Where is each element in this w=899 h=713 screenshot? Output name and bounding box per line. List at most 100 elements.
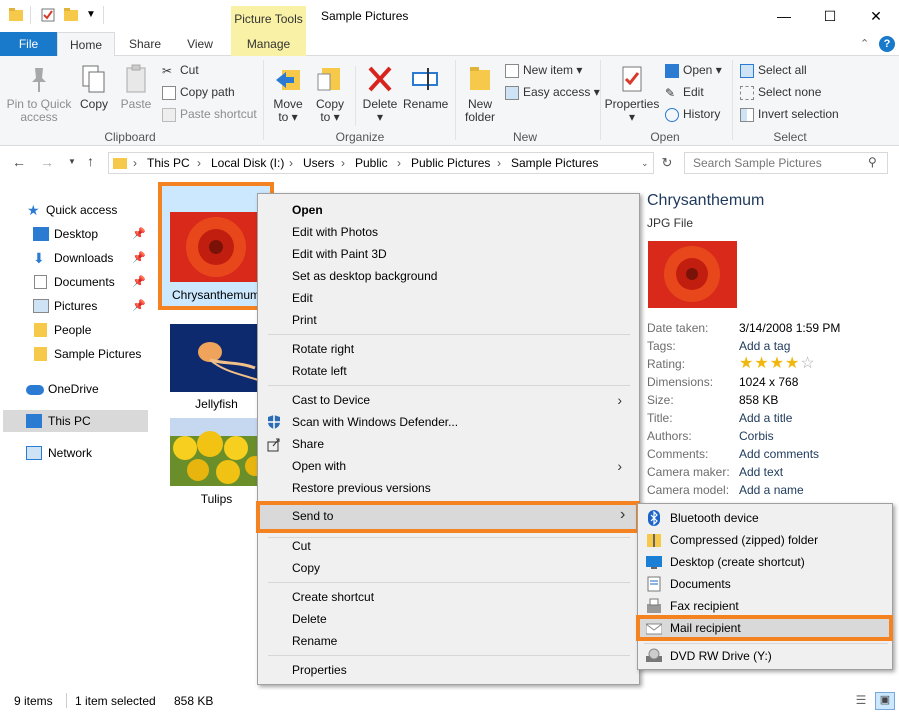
menu-item-properties[interactable]: Properties xyxy=(292,659,347,681)
folder-icon xyxy=(9,8,23,21)
menu-item-open[interactable]: Open xyxy=(292,199,323,221)
status-bar: 9 items 1 item selected 858 KB ☰ ▣ xyxy=(0,690,899,713)
nav-this-pc[interactable]: This PC xyxy=(3,410,148,432)
customize-toolbar-icon[interactable]: ▼ xyxy=(86,9,96,20)
large-icons-view-icon[interactable]: ▣ xyxy=(875,692,895,710)
details-view-icon[interactable]: ☰ xyxy=(852,693,870,709)
detail-title[interactable]: Add a title xyxy=(739,409,792,427)
breadcrumb-local-disk[interactable]: Local Disk (I:) xyxy=(211,156,284,170)
nav-onedrive[interactable]: OneDrive xyxy=(0,378,148,400)
new-item-button[interactable]: New item ▾ xyxy=(505,61,582,79)
tab-view[interactable]: View xyxy=(180,32,220,56)
help-icon[interactable]: ? xyxy=(879,36,895,52)
select-none-label: Select none xyxy=(758,85,822,99)
menu-item-rotate-right[interactable]: Rotate right xyxy=(292,338,354,360)
nav-sample-pictures[interactable]: Sample Pictures xyxy=(0,343,148,365)
close-button[interactable]: ✕ xyxy=(853,0,899,32)
menu-item-edit-paint3d[interactable]: Edit with Paint 3D xyxy=(292,243,387,265)
menu-item-share[interactable]: Share xyxy=(292,433,324,455)
open-button[interactable]: Open ▾ xyxy=(665,61,722,79)
properties-icon[interactable] xyxy=(41,8,55,22)
tab-file[interactable]: File xyxy=(0,32,57,56)
delete-button[interactable]: Delete ▾ xyxy=(362,64,398,124)
menu-item-edit-photos[interactable]: Edit with Photos xyxy=(292,221,378,243)
send-to-desktop[interactable]: Desktop (create shortcut) xyxy=(670,551,805,573)
menu-item-restore-versions[interactable]: Restore previous versions xyxy=(292,477,431,499)
menu-item-set-background[interactable]: Set as desktop background xyxy=(292,265,437,287)
send-to-mail[interactable]: Mail recipient xyxy=(636,615,893,641)
breadcrumb-separator: › xyxy=(397,156,401,170)
back-arrow-icon[interactable]: ← xyxy=(12,154,26,170)
tab-share[interactable]: Share xyxy=(125,32,165,56)
nav-downloads[interactable]: ⬇ Downloads 📌 xyxy=(0,247,148,269)
nav-network[interactable]: Network xyxy=(0,442,148,464)
menu-item-edit[interactable]: Edit xyxy=(292,287,313,309)
copy-path-button[interactable]: Copy path xyxy=(162,83,235,101)
rename-button[interactable]: Rename xyxy=(403,64,448,111)
menu-item-cast[interactable]: Cast to Device › xyxy=(292,389,632,411)
detail-camera-model[interactable]: Add a name xyxy=(739,481,804,499)
maximize-button[interactable]: ☐ xyxy=(807,0,853,32)
breadcrumb-public-pictures[interactable]: Public Pictures xyxy=(411,156,490,170)
menu-item-rename[interactable]: Rename xyxy=(292,630,337,652)
select-all-button[interactable]: Select all xyxy=(740,61,807,79)
minimize-button[interactable]: — xyxy=(761,0,807,32)
paste-shortcut-button[interactable]: Paste shortcut xyxy=(162,105,257,123)
menu-item-scan-defender[interactable]: Scan with Windows Defender... xyxy=(292,411,458,433)
menu-item-cut[interactable]: Cut xyxy=(292,535,311,557)
edit-button[interactable]: ✎ Edit xyxy=(665,83,704,101)
history-button[interactable]: History xyxy=(665,105,720,123)
detail-authors[interactable]: Corbis xyxy=(739,427,774,445)
move-to-button[interactable]: Move to ▾ xyxy=(270,64,306,124)
menu-item-print[interactable]: Print xyxy=(292,309,317,331)
nav-quick-access[interactable]: ★ Quick access xyxy=(0,199,148,221)
nav-pictures[interactable]: Pictures 📌 xyxy=(0,295,148,317)
menu-item-create-shortcut[interactable]: Create shortcut xyxy=(292,586,374,608)
new-folder-icon[interactable] xyxy=(64,8,78,22)
minimize-ribbon-icon[interactable]: ⌃ xyxy=(860,37,869,50)
tab-home[interactable]: Home xyxy=(57,32,115,57)
send-to-documents[interactable]: Documents xyxy=(670,573,731,595)
recent-locations-icon[interactable]: ▼ xyxy=(68,157,76,166)
navigation-pane: ★ Quick access Desktop 📌 ⬇ Downloads 📌 D… xyxy=(0,182,150,687)
menu-item-rotate-left[interactable]: Rotate left xyxy=(292,360,347,382)
send-to-zip[interactable]: Compressed (zipped) folder xyxy=(670,529,818,551)
address-bar[interactable]: › This PC › Local Disk (I:) › Users › Pu… xyxy=(108,152,654,174)
send-to-fax[interactable]: Fax recipient xyxy=(670,595,739,617)
details-preview-thumbnail xyxy=(648,241,737,308)
select-none-button[interactable]: Select none xyxy=(740,83,821,101)
nav-desktop[interactable]: Desktop 📌 xyxy=(0,223,148,245)
nav-documents[interactable]: Documents 📌 xyxy=(0,271,148,293)
menu-item-delete[interactable]: Delete xyxy=(292,608,327,630)
new-folder-label-line2: folder xyxy=(464,110,496,124)
breadcrumb-users[interactable]: Users xyxy=(303,156,334,170)
copy-to-button[interactable]: Copy to ▾ xyxy=(312,64,348,124)
address-dropdown-icon[interactable]: ⌄ xyxy=(641,158,649,169)
breadcrumb-sample-pictures[interactable]: Sample Pictures xyxy=(511,156,598,170)
folder-icon xyxy=(34,347,47,361)
send-to-bluetooth[interactable]: Bluetooth device xyxy=(670,507,759,529)
nav-people[interactable]: People xyxy=(0,319,148,341)
tab-manage[interactable]: Manage xyxy=(231,32,306,56)
rating-stars[interactable]: ★★★★☆ xyxy=(739,353,816,373)
up-arrow-icon[interactable]: ↑ xyxy=(87,153,94,169)
invert-selection-button[interactable]: Invert selection xyxy=(740,105,839,123)
cut-button[interactable]: ✂ Cut xyxy=(162,61,199,79)
search-input[interactable]: Search Sample Pictures ⚲ xyxy=(684,152,888,174)
send-to-dvd[interactable]: DVD RW Drive (Y:) xyxy=(670,645,772,667)
easy-access-button[interactable]: Easy access ▾ xyxy=(505,83,600,101)
new-folder-button[interactable]: New folder xyxy=(460,64,500,124)
menu-item-open-with[interactable]: Open with › xyxy=(292,455,632,477)
paste-button[interactable]: Paste xyxy=(118,64,154,111)
detail-camera-maker[interactable]: Add text xyxy=(739,463,783,481)
breadcrumb-this-pc[interactable]: This PC xyxy=(147,156,190,170)
detail-comments[interactable]: Add comments xyxy=(739,445,819,463)
properties-button[interactable]: Properties ▾ xyxy=(604,64,660,124)
pin-quick-access-button[interactable]: Pin to Quick access xyxy=(4,64,74,124)
menu-item-copy[interactable]: Copy xyxy=(292,557,320,579)
forward-arrow-icon[interactable]: → xyxy=(40,154,54,170)
copy-button[interactable]: Copy xyxy=(78,64,110,111)
breadcrumb-public[interactable]: Public xyxy=(355,156,388,170)
refresh-icon[interactable]: ↻ xyxy=(657,155,677,173)
menu-item-send-to[interactable]: Send to › xyxy=(256,501,640,533)
